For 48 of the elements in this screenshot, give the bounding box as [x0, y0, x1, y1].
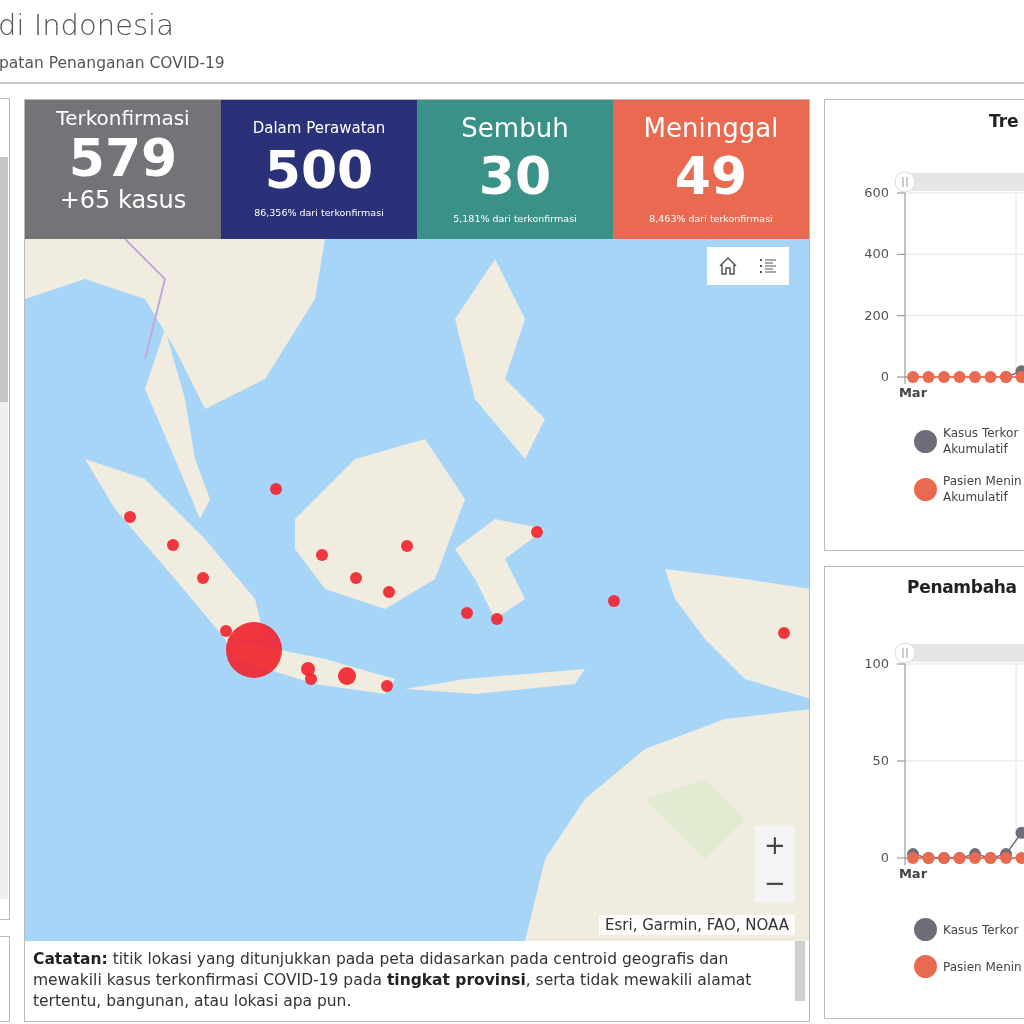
- data-point[interactable]: [969, 852, 981, 864]
- scrollbar[interactable]: [795, 941, 805, 1001]
- y-tick-label: 0: [880, 850, 889, 865]
- stat-note: 86,356% dari terkonfirmasi: [254, 207, 384, 218]
- dashboard-title: di Indonesia: [0, 7, 175, 44]
- map-attribution: Esri, Garmin, FAO, NOAA: [599, 915, 795, 935]
- x-tick-label: Mar: [898, 866, 928, 881]
- y-tick-label: 0: [880, 369, 889, 384]
- legend-label: Kasus Terkor: [943, 921, 1020, 938]
- legend-label: Kasus Terkor Akumulatif: [943, 425, 1020, 457]
- data-point[interactable]: [1015, 371, 1024, 383]
- stat-label: Terkonfirmasi: [56, 106, 190, 130]
- data-point[interactable]: [969, 371, 981, 383]
- data-point[interactable]: [907, 371, 919, 383]
- data-point[interactable]: [922, 371, 935, 383]
- stat-note: 8,463% dari terkonfirmasi: [649, 213, 773, 224]
- stat-value: 579: [68, 130, 178, 186]
- chart-title: Penambaha: [906, 577, 1018, 597]
- range-slider-handle[interactable]: [894, 642, 916, 664]
- scrollbar[interactable]: [0, 157, 8, 899]
- y-tick-label: 200: [864, 307, 889, 323]
- data-point[interactable]: [1015, 826, 1024, 839]
- stat-note: 5,181% dari terkonfirmasi: [453, 213, 577, 224]
- y-tick-label: 600: [864, 185, 889, 200]
- stat-label: Sembuh: [461, 113, 569, 143]
- dashboard-subtitle: patan Penanganan COVID-19: [0, 54, 226, 72]
- data-point[interactable]: [907, 852, 919, 864]
- range-slider-handle[interactable]: [894, 171, 916, 193]
- y-tick-label: 50: [872, 753, 889, 768]
- map-note: Catatan: titik lokasi yang ditunjukkan pada peta didasarkan pada centroid geografis dan mewakili kasus terkonfirmasi COVID-19 pada tingkat provinsi, serta tidak mewakili alamat tertentu, bangunan, atau lokasi apa pun.: [32, 949, 753, 1012]
- stat-value: 30: [478, 147, 552, 205]
- legend-label: Pasien Menin Akumulatif: [943, 473, 1023, 505]
- stat-note: +65 kasus: [59, 186, 187, 214]
- data-point[interactable]: [953, 371, 966, 383]
- stat-label: Meninggal: [643, 113, 779, 143]
- home-icon: [717, 255, 739, 277]
- stat-label: Dalam Perawatan: [252, 119, 386, 137]
- x-tick-label: Mar: [898, 385, 928, 400]
- data-point[interactable]: [1015, 852, 1024, 864]
- chart-title: Tre: [988, 111, 1020, 131]
- data-point[interactable]: [984, 371, 997, 383]
- y-tick-label: 400: [864, 246, 889, 262]
- data-point[interactable]: [938, 371, 950, 383]
- stat-value: 500: [264, 141, 374, 199]
- y-tick-label: 100: [864, 656, 889, 671]
- data-point[interactable]: [1000, 852, 1012, 864]
- legend-label: Pasien Menin: [943, 958, 1023, 975]
- stat-value: 49: [674, 147, 748, 205]
